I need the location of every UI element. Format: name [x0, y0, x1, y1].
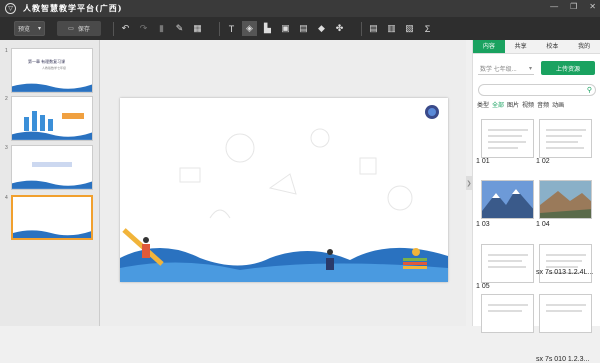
resource-label: 1 01 — [476, 158, 490, 165]
text-document-thumbnail — [488, 129, 528, 149]
slide-thumbnail-3[interactable] — [11, 145, 93, 190]
filter-all[interactable]: 全部 — [492, 100, 504, 109]
wave-decoration — [12, 180, 92, 189]
close-icon[interactable]: ✕ — [589, 2, 596, 11]
wave-decoration — [13, 230, 91, 238]
slide-thumbnail-4[interactable] — [11, 195, 93, 240]
resource-item[interactable] — [481, 119, 534, 158]
slide-number: 2 — [5, 96, 8, 102]
slide-number: 1 — [5, 48, 8, 54]
minimize-icon[interactable]: — — [550, 2, 558, 11]
resource-label: sx 7s 013 1.2.4L... — [536, 269, 594, 276]
slide-thumbnail-1[interactable]: 第一章 有理数复习课 人教版数学七年级 — [11, 48, 93, 93]
text-document-thumbnail — [546, 304, 586, 312]
maximize-icon[interactable]: ❐ — [570, 2, 577, 11]
editor-canvas — [100, 40, 466, 326]
toolbar: 预览 ▾ ▭ 保存 ↶ ↷ ▮ ✎ ▦ T ◈ ▙ ▣ ▤ ◆ ✤ ▤ ▥ ▧ … — [0, 17, 600, 40]
search-icon[interactable]: ⚲ — [587, 86, 592, 94]
document-icon[interactable]: ▥ — [384, 21, 399, 36]
trash-icon[interactable]: ▮ — [154, 21, 169, 36]
slide-thumbnail-panel: 1 第一章 有理数复习课 人教版数学七年级 2 3 4 — [0, 40, 100, 326]
current-slide[interactable] — [120, 98, 448, 282]
layers-icon[interactable]: ◈ — [242, 21, 257, 36]
resource-label: 1 02 — [536, 158, 550, 165]
eraser-icon[interactable]: ◆ — [314, 21, 329, 36]
resource-item[interactable] — [539, 180, 592, 219]
text-document-thumbnail — [546, 129, 586, 149]
resource-item[interactable] — [481, 294, 534, 333]
chevron-down-icon: ▾ — [528, 65, 532, 72]
resource-item[interactable] — [539, 119, 592, 158]
undo-icon[interactable]: ↶ — [118, 21, 133, 36]
formula-icon[interactable]: Σ — [420, 21, 435, 36]
app-title: 人教智慧教学平台(广西) — [23, 3, 123, 13]
chevron-down-icon: ▾ — [37, 26, 41, 32]
landscape-image-thumbnail — [540, 181, 591, 218]
tab-content[interactable]: 内容 — [473, 40, 505, 53]
preview-label: 预览 — [18, 27, 31, 33]
resource-label: 1 05 — [476, 283, 490, 290]
shapes-icon[interactable]: ▙ — [260, 21, 275, 36]
filter-type-label: 类型 — [477, 103, 490, 109]
text-box — [32, 162, 72, 167]
upload-button[interactable]: 上传资源 — [541, 61, 595, 75]
save-label: 保存 — [77, 27, 90, 33]
text-document-thumbnail — [488, 254, 528, 268]
wave-decoration — [12, 83, 92, 92]
grade-select[interactable]: 数学 七年级... ▾ — [478, 62, 534, 75]
resource-item[interactable] — [539, 294, 592, 333]
filter-image[interactable]: 图片 — [507, 100, 519, 109]
slide-title: 第一章 有理数复习课 — [28, 59, 66, 64]
slide-subtitle: 人教版数学七年级 — [42, 66, 67, 70]
slide-number: 3 — [5, 145, 8, 151]
tab-shared[interactable]: 共享 — [505, 40, 537, 53]
preview-dropdown[interactable]: 预览 ▾ — [14, 21, 45, 36]
redo-icon[interactable]: ↷ — [136, 21, 151, 36]
page-icon[interactable]: ▤ — [366, 21, 381, 36]
search-input[interactable]: ⚲ — [478, 84, 596, 96]
wave-decoration — [12, 131, 92, 140]
resource-label: sx 7s 010 1.2.3... — [536, 356, 590, 363]
tab-mine[interactable]: 我的 — [568, 40, 600, 53]
slide-background-art — [120, 105, 448, 282]
paint-icon[interactable]: ▦ — [190, 21, 205, 36]
resource-item[interactable] — [539, 244, 592, 283]
resource-item[interactable] — [481, 244, 534, 283]
filter-bar: 类型 全部 图片 视频 音频 动画 — [477, 100, 564, 109]
tab-school[interactable]: 校本 — [537, 40, 569, 53]
save-icon: ▭ — [68, 26, 74, 32]
table-icon[interactable]: ▤ — [296, 21, 311, 36]
slide-thumbnail-2[interactable] — [11, 96, 93, 141]
resource-item[interactable] — [481, 180, 534, 219]
filter-animation[interactable]: 动画 — [552, 100, 564, 109]
resource-label: 1 04 — [536, 221, 550, 228]
puzzle-icon[interactable]: ✤ — [332, 21, 347, 36]
text-document-thumbnail — [546, 254, 586, 274]
exam-icon[interactable]: ▧ — [402, 21, 417, 36]
filter-audio[interactable]: 音频 — [537, 100, 549, 109]
resource-label: 1 03 — [476, 221, 490, 228]
resource-panel: 内容 共享 校本 我的 数学 七年级... ▾ 上传资源 ⚲ 类型 全部 图片 … — [472, 40, 600, 363]
text-document-thumbnail — [488, 304, 528, 312]
grade-select-value: 数学 七年级... — [480, 66, 517, 73]
text-icon[interactable]: T — [224, 21, 239, 36]
app-logo-icon: ▽ — [5, 3, 16, 14]
image-icon[interactable]: ▣ — [278, 21, 293, 36]
title-bar: ▽ 人教智慧教学平台(广西) — ❐ ✕ — [0, 0, 600, 17]
mountain-image-thumbnail — [482, 181, 533, 218]
slide-number: 4 — [5, 195, 8, 201]
brush-icon[interactable]: ✎ — [172, 21, 187, 36]
filter-video[interactable]: 视频 — [522, 100, 534, 109]
save-button[interactable]: ▭ 保存 — [57, 21, 101, 36]
